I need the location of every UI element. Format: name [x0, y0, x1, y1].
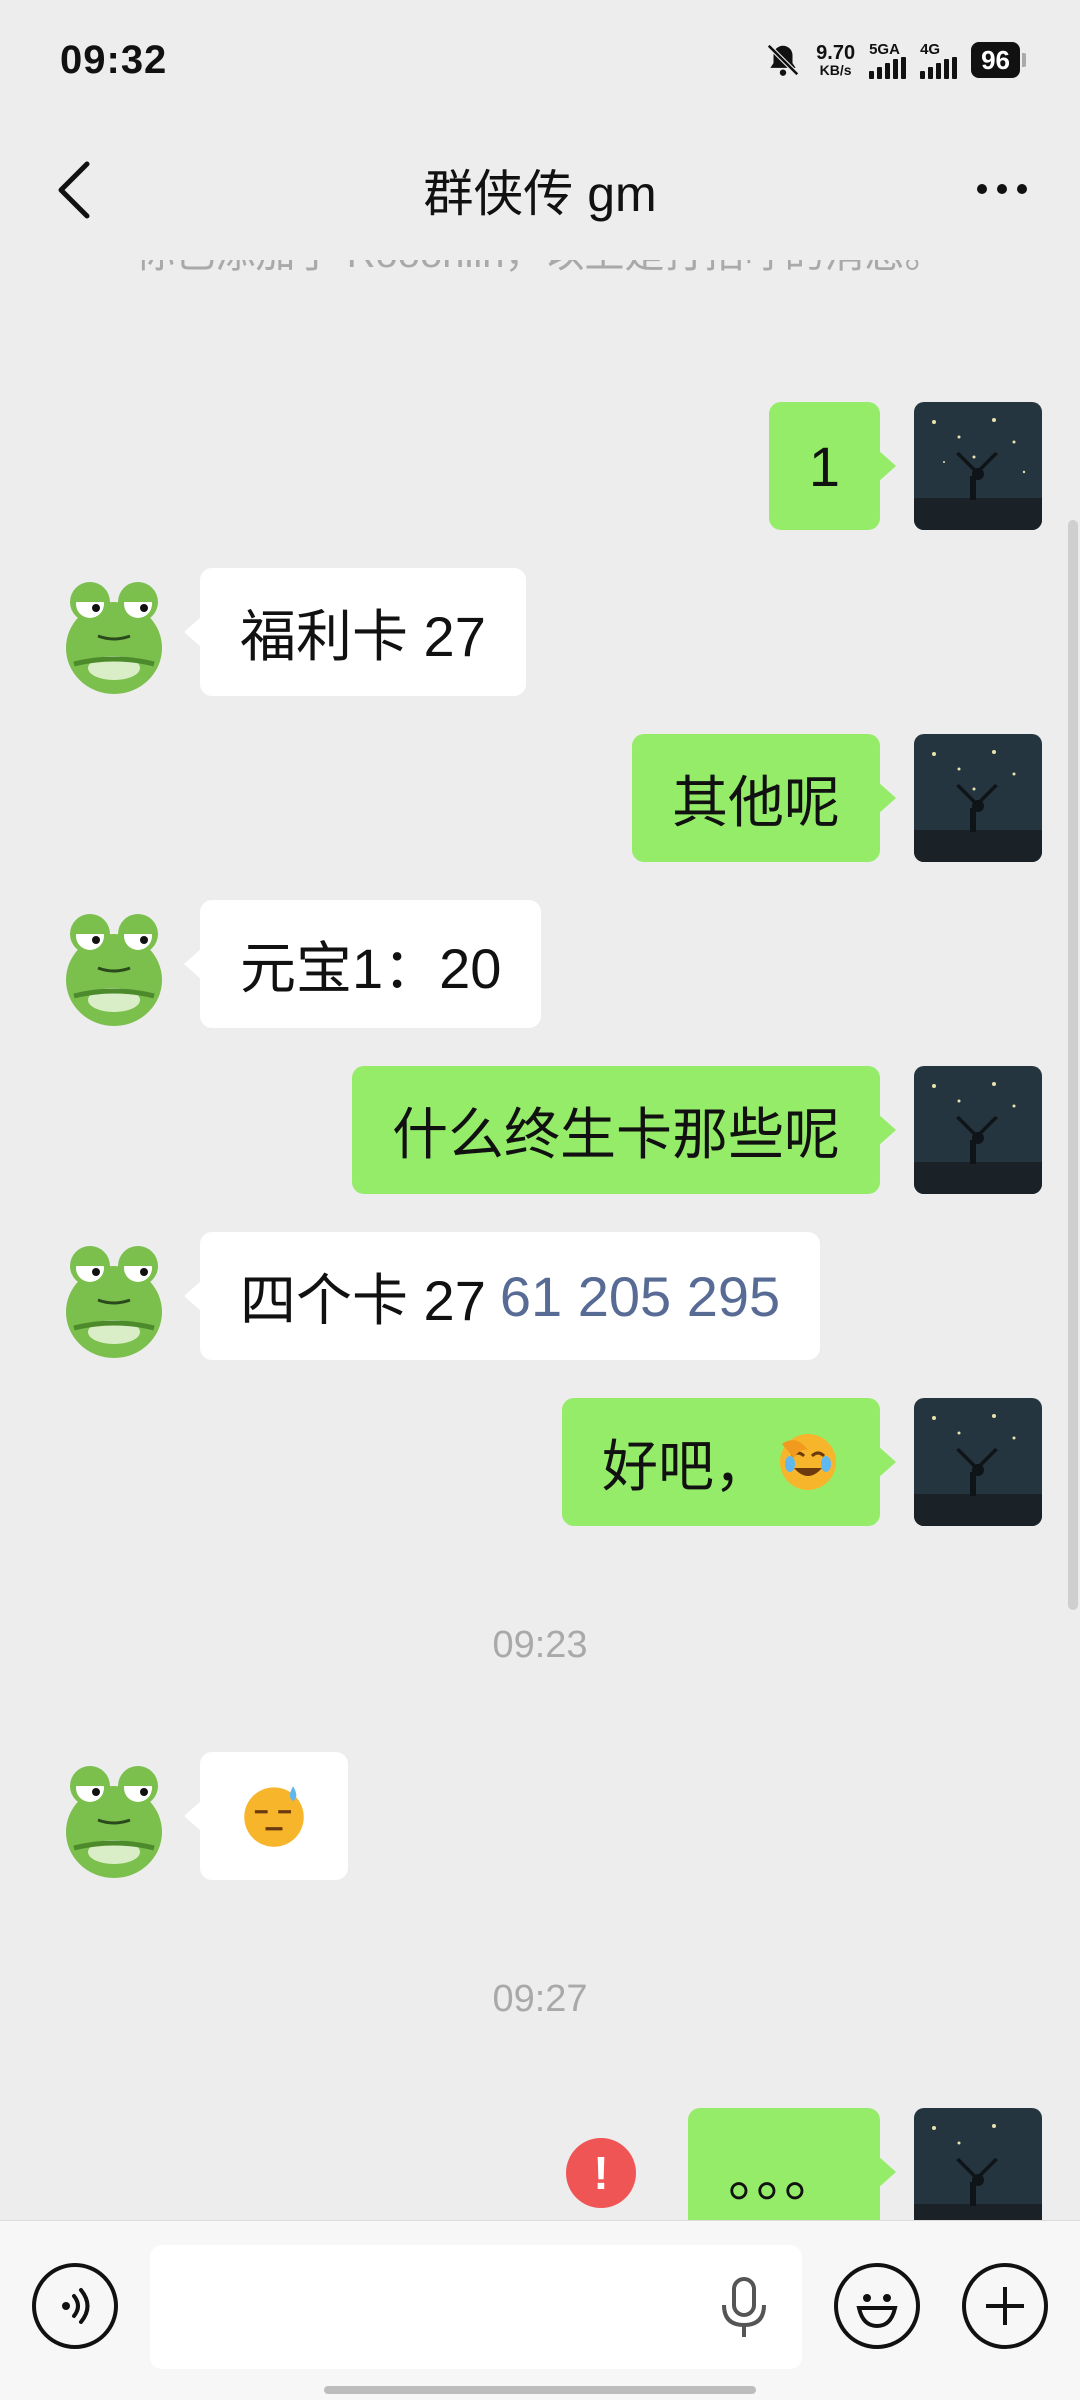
message-text: 福利卡 27: [240, 604, 486, 668]
sweat-expressionless-emoji: [244, 1786, 304, 1847]
message-text: 好吧，: [602, 1434, 770, 1498]
system-message: 你已添加了 Rooonlin，以上是打招呼的消息。: [100, 260, 980, 282]
sim2-label: 4G: [920, 40, 941, 58]
avatar-contact[interactable]: [50, 568, 178, 696]
chevron-left-icon: [58, 161, 90, 219]
network-speed-unit: KB/s: [819, 62, 852, 78]
avatar-contact[interactable]: [50, 1232, 178, 1360]
avatar-contact[interactable]: [50, 1752, 178, 1880]
signal-bars-icon: [869, 56, 907, 79]
signal-sim1: 5GA: [869, 40, 907, 79]
message-list[interactable]: 你已添加了 Rooonlin，以上是打招呼的消息。 1 福利卡 27 其他呢: [0, 260, 1080, 2220]
status-clock: 09:32: [60, 37, 168, 82]
home-indicator[interactable]: [324, 2386, 756, 2394]
more-button[interactable]: [962, 164, 1042, 214]
message-text: 元宝1：20: [240, 936, 502, 1000]
back-button[interactable]: [44, 156, 104, 224]
message-text: 四个卡 27: [240, 1268, 486, 1332]
message-timestamp: 09:27: [492, 1978, 588, 2020]
facepalm-laugh-emoji: [780, 1434, 836, 1490]
plus-icon: [986, 2287, 1024, 2325]
bell-muted-icon: [767, 44, 800, 76]
avatar-self[interactable]: [914, 2108, 1042, 2220]
message-input[interactable]: [150, 2245, 802, 2369]
signal-sim2: 4G: [920, 40, 958, 79]
message-bubble-sent[interactable]: 。。。: [688, 2108, 896, 2220]
emoji-icon: [856, 2294, 898, 2329]
frog-avatar-icon: [66, 914, 162, 1026]
more-dots-icon: [977, 184, 987, 194]
voice-button[interactable]: [32, 2263, 118, 2349]
frog-avatar-icon: [66, 1766, 162, 1878]
sim1-label: 5GA: [869, 40, 900, 58]
mic-icon[interactable]: [716, 2275, 772, 2341]
battery-indicator: 96: [971, 42, 1026, 78]
chat-header: 群侠传 gm: [0, 120, 1080, 260]
message-bubble-sent[interactable]: 1: [768, 402, 897, 530]
night-sky-avatar-icon: [914, 1066, 1042, 1194]
message-bubble-received[interactable]: 四个卡 27 61 205 295: [183, 1232, 821, 1360]
message-bubble-received[interactable]: 福利卡 27: [184, 568, 526, 696]
frog-avatar-icon: [66, 582, 162, 694]
message-bubble-received[interactable]: 元宝1：20: [183, 900, 542, 1028]
message-text: 什么终生卡那些呢: [392, 1102, 840, 1166]
network-speed: 9.70 KB/s: [816, 43, 855, 77]
message-bubble-sent[interactable]: 其他呢: [632, 734, 896, 862]
signal-bars-icon: [920, 56, 958, 79]
message-text: 1: [808, 434, 840, 498]
emoji-button[interactable]: [834, 2263, 920, 2349]
chat-title: 群侠传 gm: [423, 166, 657, 222]
message-bubble-received[interactable]: [184, 1752, 348, 1880]
message-bubble-sent[interactable]: 好吧，: [562, 1398, 896, 1526]
night-sky-avatar-icon: [914, 402, 1042, 530]
status-icons: 9.70 KB/s 5GA 4G 96: [764, 40, 1026, 79]
phone-number-link[interactable]: 61 205 295: [500, 1264, 780, 1329]
night-sky-avatar-icon: [914, 1398, 1042, 1526]
night-sky-avatar-icon: [914, 734, 1042, 862]
network-speed-value: 9.70: [816, 42, 856, 64]
avatar-self[interactable]: [914, 1066, 1042, 1194]
message-timestamp: 09:23: [492, 1624, 588, 1666]
night-sky-avatar-icon: [914, 2108, 1042, 2220]
avatar-self[interactable]: [914, 1398, 1042, 1526]
avatar-self[interactable]: [914, 402, 1042, 530]
avatar-contact[interactable]: [50, 900, 178, 1028]
message-text: 其他呢: [672, 770, 840, 834]
send-failed-icon[interactable]: !: [566, 2138, 636, 2208]
input-bar: [0, 2220, 1080, 2400]
plus-button[interactable]: [962, 2263, 1048, 2349]
avatar-self[interactable]: [914, 734, 1042, 862]
message-bubble-sent[interactable]: 什么终生卡那些呢: [352, 1066, 896, 1194]
status-bar: 09:32 9.70 KB/s 5GA 4G 96: [0, 0, 1080, 120]
scrollbar[interactable]: [1068, 520, 1078, 1610]
frog-avatar-icon: [66, 1246, 162, 1358]
message-text: 。。。: [728, 2144, 840, 2208]
voice-icon: [62, 2288, 90, 2324]
